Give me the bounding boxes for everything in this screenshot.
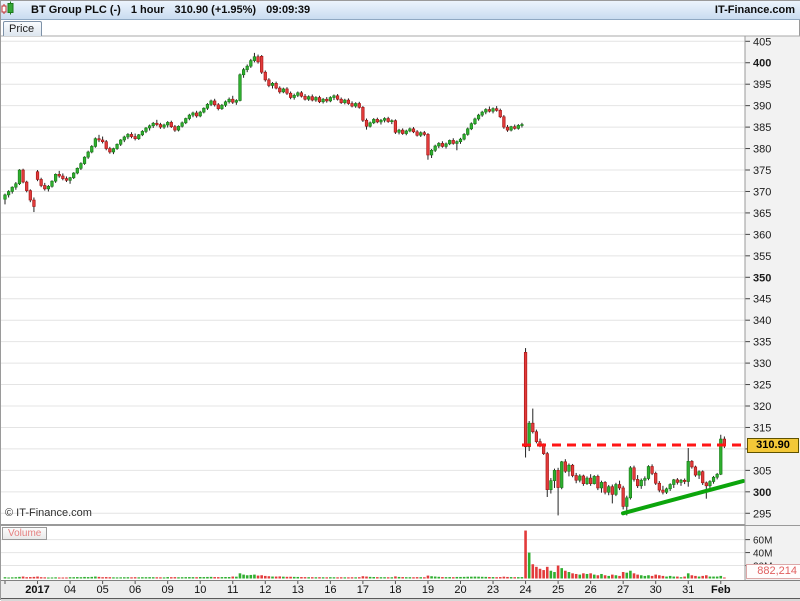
svg-text:340: 340 (753, 315, 771, 327)
svg-text:Feb: Feb (711, 584, 731, 596)
svg-text:365: 365 (753, 208, 771, 220)
svg-text:390: 390 (753, 101, 771, 113)
price-quote: 310.90 (+1.95%) (174, 4, 257, 16)
svg-text:360: 360 (753, 229, 771, 241)
svg-text:10: 10 (194, 584, 206, 596)
instrument-title: BT Group PLC (-) (31, 4, 121, 16)
svg-text:300: 300 (753, 487, 771, 499)
candlestick-icon (1, 1, 21, 17)
svg-text:405: 405 (753, 36, 771, 48)
svg-text:385: 385 (753, 122, 771, 134)
svg-text:375: 375 (753, 165, 771, 177)
svg-text:24: 24 (519, 584, 531, 596)
last-price-flag: 310.90 (747, 438, 799, 453)
svg-text:350: 350 (753, 272, 771, 284)
svg-text:17: 17 (357, 584, 369, 596)
svg-text:40M: 40M (753, 549, 772, 560)
svg-text:16: 16 (324, 584, 336, 596)
svg-text:395: 395 (753, 79, 771, 91)
svg-text:295: 295 (753, 508, 771, 520)
tab-volume[interactable]: Volume (2, 527, 48, 540)
svg-text:325: 325 (753, 380, 771, 392)
svg-text:05: 05 (96, 584, 108, 596)
svg-text:60M: 60M (753, 536, 772, 547)
svg-text:19: 19 (422, 584, 434, 596)
svg-text:26: 26 (585, 584, 597, 596)
svg-text:20: 20 (454, 584, 466, 596)
svg-text:2017: 2017 (25, 584, 49, 596)
svg-text:13: 13 (292, 584, 304, 596)
svg-text:380: 380 (753, 144, 771, 156)
svg-text:31: 31 (682, 584, 694, 596)
svg-text:23: 23 (487, 584, 499, 596)
svg-text:320: 320 (753, 401, 771, 413)
svg-text:25: 25 (552, 584, 564, 596)
svg-text:18: 18 (389, 584, 401, 596)
timeframe-label: 1 hour (130, 4, 165, 16)
pane-backgrounds (1, 36, 800, 601)
brand-logo: IT-Finance.com (714, 4, 795, 16)
svg-text:330: 330 (753, 358, 771, 370)
header-bar: BT Group PLC (-) 1 hour 310.90 (+1.95%) … (1, 1, 800, 20)
svg-text:345: 345 (753, 294, 771, 306)
svg-text:355: 355 (753, 251, 771, 263)
chart-window: { "header": { "instrument": "BT Group PL… (0, 0, 800, 601)
svg-text:06: 06 (129, 584, 141, 596)
svg-text:12: 12 (259, 584, 271, 596)
svg-text:04: 04 (64, 584, 76, 596)
svg-text:400: 400 (753, 58, 771, 70)
clock-time: 09:09:39 (266, 4, 311, 16)
svg-text:335: 335 (753, 337, 771, 349)
svg-text:370: 370 (753, 186, 771, 198)
svg-text:315: 315 (753, 422, 771, 434)
watermark: © IT-Finance.com (5, 507, 92, 519)
svg-text:30: 30 (650, 584, 662, 596)
svg-text:305: 305 (753, 465, 771, 477)
current-volume-flag: 882,214 (746, 564, 800, 579)
svg-text:11: 11 (227, 584, 238, 596)
svg-text:27: 27 (617, 584, 629, 596)
tab-price[interactable]: Price (3, 21, 43, 36)
svg-text:09: 09 (162, 584, 174, 596)
price-chart-canvas[interactable]: 2953003053103153203253303353403453503553… (1, 1, 800, 601)
